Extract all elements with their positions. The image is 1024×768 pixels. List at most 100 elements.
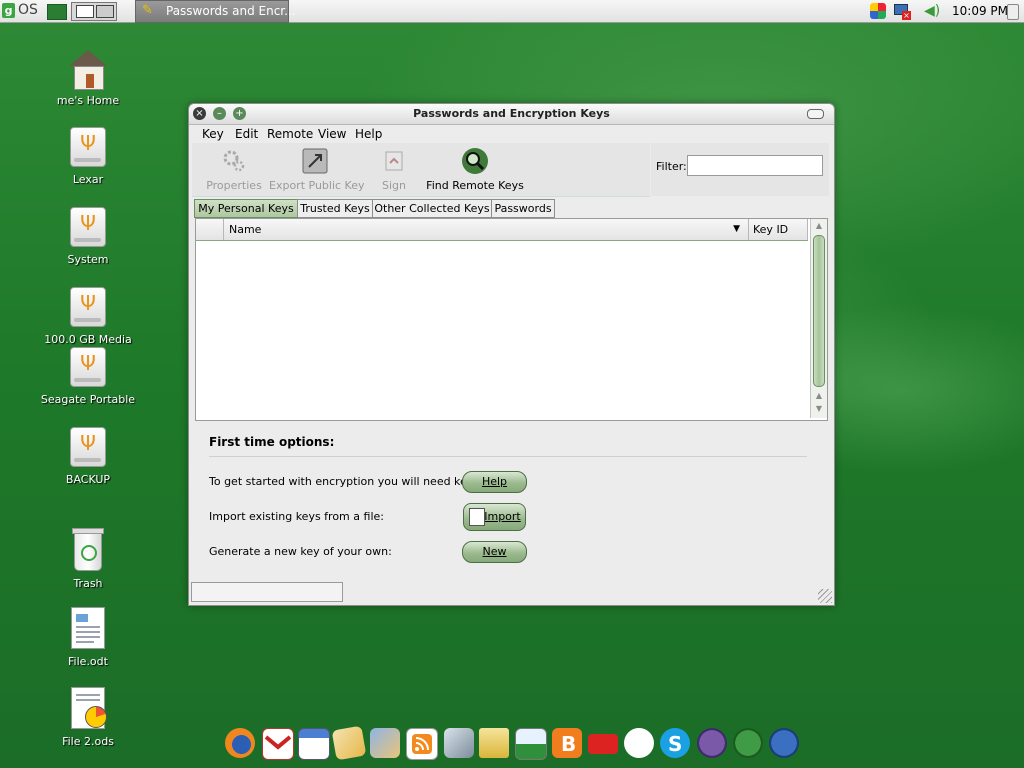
find-remote-keys-button[interactable]: Find Remote Keys bbox=[425, 143, 525, 196]
desktop-icon-label: System bbox=[67, 253, 109, 266]
seahorse-window: × – + Passwords and Encryption Keys Key … bbox=[188, 103, 835, 606]
image-viewer-icon[interactable] bbox=[515, 728, 547, 760]
paint-icon[interactable] bbox=[331, 725, 367, 761]
desktop-icon-media[interactable]: Ψ 100.0 GB Media bbox=[33, 287, 143, 346]
desktop-icon-lexar[interactable]: Ψ Lexar bbox=[33, 127, 143, 186]
terminal-launcher-icon[interactable] bbox=[47, 4, 67, 20]
desktop-icon-label: Seagate Portable bbox=[40, 393, 136, 406]
first-time-divider bbox=[209, 456, 807, 457]
taskbar-window-label: Passwords and Encr... bbox=[166, 4, 296, 18]
import-file-icon bbox=[469, 508, 485, 526]
keys-list[interactable]: Name ▼ Key ID ▲ ▲ ▼ bbox=[195, 218, 828, 421]
menu-remote[interactable]: Remote bbox=[267, 127, 313, 141]
tab-passwords[interactable]: Passwords bbox=[491, 199, 555, 218]
search-icon bbox=[461, 147, 489, 175]
column-header-name[interactable]: Name ▼ bbox=[224, 219, 749, 240]
youtube-icon[interactable] bbox=[588, 734, 618, 754]
firefox-icon[interactable] bbox=[225, 728, 255, 758]
menu-view[interactable]: View bbox=[318, 127, 346, 141]
desktop-icon-label: File.odt bbox=[68, 655, 108, 668]
os-label[interactable]: OS bbox=[18, 2, 38, 18]
workspace-1[interactable] bbox=[76, 5, 94, 18]
column-keyid-label: Key ID bbox=[753, 223, 789, 236]
gears-icon bbox=[220, 147, 248, 175]
help-button[interactable]: Help bbox=[462, 471, 527, 493]
filter-input[interactable] bbox=[687, 155, 823, 176]
usb-drive-icon: Ψ bbox=[70, 127, 106, 167]
tab-my-personal-keys[interactable]: My Personal Keys bbox=[194, 199, 298, 218]
filter-area: Filter: bbox=[651, 143, 829, 196]
workspace-2[interactable] bbox=[96, 5, 114, 18]
usb-drive-icon: Ψ bbox=[70, 287, 106, 327]
import-button[interactable]: Import bbox=[463, 503, 526, 531]
network-disconnected-icon[interactable]: × bbox=[894, 2, 912, 20]
openoffice-calc-icon[interactable] bbox=[733, 728, 763, 758]
openoffice-impress-icon[interactable] bbox=[769, 728, 799, 758]
scroll-down-icon[interactable]: ▼ bbox=[811, 403, 827, 415]
volume-icon[interactable]: ◀) bbox=[924, 3, 944, 19]
update-notifier-icon[interactable] bbox=[870, 3, 886, 19]
photo-icon[interactable] bbox=[370, 728, 400, 758]
properties-button[interactable]: Properties bbox=[204, 143, 264, 196]
scroll-up-icon[interactable]: ▲ bbox=[811, 220, 827, 232]
taskbar-window-button[interactable]: ✎ Passwords and Encr... bbox=[135, 0, 296, 23]
menubar: Key Edit Remote View Help bbox=[189, 125, 834, 143]
desktop-icon-system[interactable]: Ψ System bbox=[33, 207, 143, 266]
export-public-key-button[interactable]: Export Public Key bbox=[269, 143, 365, 196]
resize-grip-icon[interactable] bbox=[818, 589, 832, 603]
menu-help[interactable]: Help bbox=[355, 127, 382, 141]
svg-text:B: B bbox=[561, 732, 576, 756]
window-titlebar[interactable]: × – + Passwords and Encryption Keys bbox=[189, 104, 834, 125]
column-header-icon[interactable] bbox=[196, 219, 224, 240]
column-name-label: Name bbox=[229, 223, 262, 236]
desktop-icon-trash[interactable]: Trash bbox=[33, 528, 143, 590]
skype-icon[interactable]: S bbox=[660, 728, 690, 758]
battery-icon[interactable] bbox=[1007, 4, 1019, 20]
gmail-icon[interactable] bbox=[262, 728, 294, 760]
desktop-icon-seagate[interactable]: Ψ Seagate Portable bbox=[33, 347, 143, 406]
sign-button[interactable]: Sign bbox=[369, 143, 419, 196]
sort-arrow-icon: ▼ bbox=[733, 224, 740, 234]
clock[interactable]: 10:09 PM bbox=[952, 4, 1008, 18]
trash-icon bbox=[72, 528, 104, 571]
news-icon[interactable] bbox=[444, 728, 474, 758]
menu-edit[interactable]: Edit bbox=[235, 127, 258, 141]
desktop-icon-backup[interactable]: Ψ BACKUP bbox=[33, 427, 143, 486]
status-bar bbox=[191, 582, 343, 602]
chat-icon[interactable] bbox=[624, 728, 654, 758]
main-menu-logo[interactable]: g bbox=[2, 3, 15, 18]
sign-icon bbox=[380, 147, 408, 175]
toolbar-label: Properties bbox=[206, 179, 262, 192]
scroll-up-icon[interactable]: ▲ bbox=[811, 390, 827, 402]
rss-icon[interactable] bbox=[406, 728, 438, 760]
desktop-icon-file-odt[interactable]: File.odt bbox=[33, 607, 143, 668]
column-header-key-id[interactable]: Key ID bbox=[749, 219, 808, 240]
home-folder-icon bbox=[69, 50, 107, 90]
usb-drive-icon: Ψ bbox=[70, 207, 106, 247]
new-key-button[interactable]: New bbox=[462, 541, 527, 563]
desktop-icon-label: 100.0 GB Media bbox=[44, 333, 132, 346]
spreadsheet-icon bbox=[71, 687, 107, 729]
svg-text:S: S bbox=[668, 732, 682, 756]
option-text-import: Import existing keys from a file: bbox=[209, 510, 384, 523]
desktop-icon-file-ods[interactable]: File 2.ods bbox=[33, 687, 143, 748]
roll-up-icon[interactable] bbox=[807, 109, 824, 119]
workspace-switcher[interactable] bbox=[71, 2, 117, 21]
first-time-title: First time options: bbox=[209, 435, 335, 449]
openoffice-writer-icon[interactable] bbox=[697, 728, 727, 758]
menu-key[interactable]: Key bbox=[202, 127, 224, 141]
blogger-icon[interactable]: B bbox=[552, 728, 582, 758]
desktop-icon-label: BACKUP bbox=[65, 473, 111, 486]
shopping-bag-icon[interactable] bbox=[479, 728, 509, 758]
toolbar-label: Sign bbox=[382, 179, 406, 192]
scrollbar-thumb[interactable] bbox=[813, 235, 825, 387]
keys-list-header: Name ▼ Key ID bbox=[196, 219, 808, 241]
keys-list-scrollbar[interactable]: ▲ ▲ ▼ bbox=[810, 219, 827, 418]
calendar-icon[interactable] bbox=[298, 728, 330, 760]
tab-other-collected-keys[interactable]: Other Collected Keys bbox=[372, 199, 492, 218]
text-document-icon bbox=[71, 607, 105, 649]
tab-trusted-keys[interactable]: Trusted Keys bbox=[297, 199, 373, 218]
toolbar-label: Export Public Key bbox=[269, 179, 365, 192]
filter-label: Filter: bbox=[656, 160, 687, 173]
desktop-icon-home[interactable]: me's Home bbox=[33, 50, 143, 107]
